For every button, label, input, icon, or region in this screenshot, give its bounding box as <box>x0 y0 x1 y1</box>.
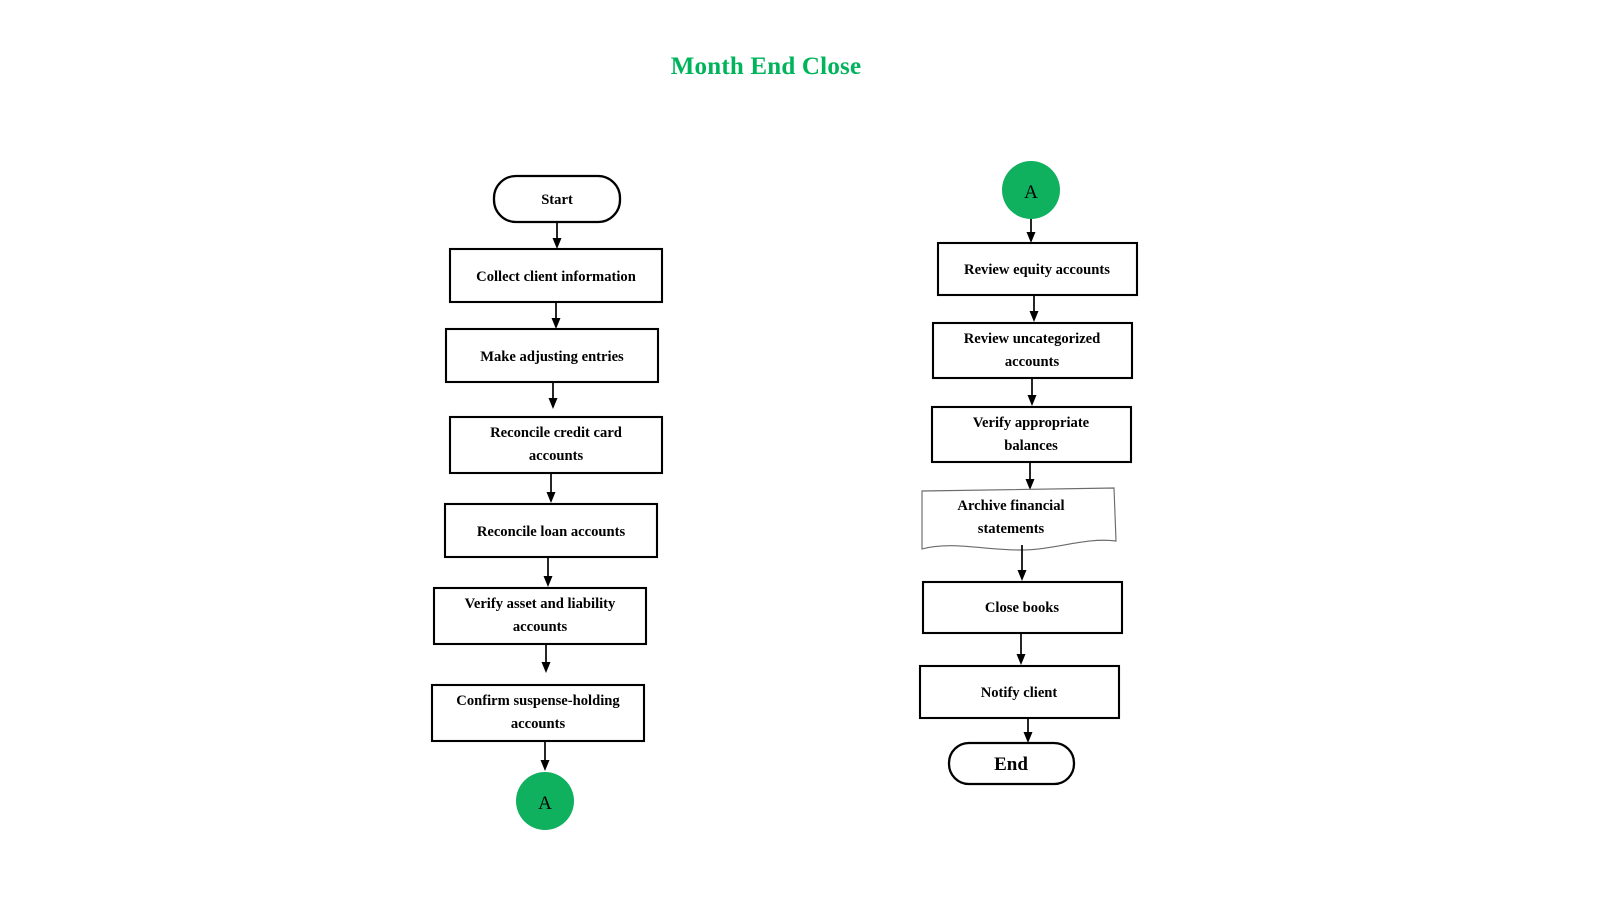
adjusting-entries-label: Make adjusting entries <box>480 349 624 365</box>
review-equity-label: Review equity accounts <box>964 262 1110 278</box>
verify-asset-label-line1: Verify asset and liability <box>465 596 616 612</box>
confirm-suspense-label-line2: accounts <box>511 716 566 732</box>
node-review-uncategorized-accounts[interactable]: Review uncategorized accounts <box>931 321 1134 380</box>
edge-credit-to-loan <box>546 473 556 503</box>
node-make-adjusting-entries[interactable]: Make adjusting entries <box>444 327 660 384</box>
edge-connector-a-to-review-equity <box>1026 219 1036 243</box>
review-uncat-label-line2: accounts <box>1005 354 1060 370</box>
edge-equity-to-uncategorized <box>1029 295 1039 322</box>
verify-balances-label-line2: balances <box>1004 438 1058 454</box>
node-connector-a-out[interactable]: A <box>516 772 574 830</box>
edge-loan-to-verify-asset <box>543 557 553 587</box>
edge-verify-asset-to-suspense <box>541 644 551 673</box>
verify-balances-label-line1: Verify appropriate <box>973 415 1090 431</box>
edge-start-to-collect <box>552 222 562 249</box>
review-uncat-label-line1: Review uncategorized <box>964 331 1101 347</box>
notify-client-label: Notify client <box>981 685 1058 701</box>
end-label: End <box>994 754 1028 775</box>
confirm-suspense-label-line1: Confirm suspense-holding <box>456 693 620 709</box>
node-confirm-suspense-holding-accounts[interactable]: Confirm suspense-holding accounts <box>430 683 646 743</box>
close-books-label: Close books <box>985 600 1060 616</box>
connector-a-in-label: A <box>1024 182 1038 203</box>
start-label: Start <box>541 192 573 208</box>
reconcile-credit-label-line2: accounts <box>529 448 584 464</box>
node-start[interactable]: Start <box>492 174 622 224</box>
edge-close-books-to-notify <box>1016 633 1026 665</box>
flowchart-svg: Month End Close Start Collect client inf… <box>430 53 1139 830</box>
reconcile-credit-label-line1: Reconcile credit card <box>490 425 622 441</box>
archive-financial-label-line2: statements <box>978 521 1045 537</box>
edge-notify-to-end <box>1023 718 1033 743</box>
node-notify-client[interactable]: Notify client <box>918 664 1121 720</box>
verify-asset-label-line2: accounts <box>513 619 568 635</box>
node-connector-a-in[interactable]: A <box>1002 161 1060 219</box>
node-collect-client-information[interactable]: Collect client information <box>448 247 664 304</box>
node-reconcile-loan-accounts[interactable]: Reconcile loan accounts <box>443 502 659 559</box>
flowchart-canvas: Month End Close Start Collect client inf… <box>0 0 1600 900</box>
node-verify-asset-and-liability-accounts[interactable]: Verify asset and liability accounts <box>432 586 648 646</box>
page-title: Month End Close <box>671 53 862 80</box>
node-archive-financial-statements[interactable]: Archive financial statements <box>921 487 1117 551</box>
edge-balances-to-archive <box>1025 462 1035 490</box>
node-close-books[interactable]: Close books <box>921 580 1124 635</box>
connector-a-out-label: A <box>538 793 552 814</box>
edge-uncategorized-to-balances <box>1027 378 1037 406</box>
edge-collect-to-adjusting <box>551 302 561 329</box>
node-end[interactable]: End <box>947 741 1076 786</box>
node-verify-appropriate-balances[interactable]: Verify appropriate balances <box>930 405 1133 464</box>
archive-financial-label-line1: Archive financial <box>957 498 1064 514</box>
edge-suspense-to-connector-a <box>540 741 550 771</box>
collect-info-label: Collect client information <box>476 269 636 285</box>
node-review-equity-accounts[interactable]: Review equity accounts <box>936 241 1139 297</box>
edge-adjusting-to-credit <box>548 382 558 409</box>
reconcile-loan-label: Reconcile loan accounts <box>477 524 626 540</box>
node-reconcile-credit-card-accounts[interactable]: Reconcile credit card accounts <box>448 415 664 475</box>
